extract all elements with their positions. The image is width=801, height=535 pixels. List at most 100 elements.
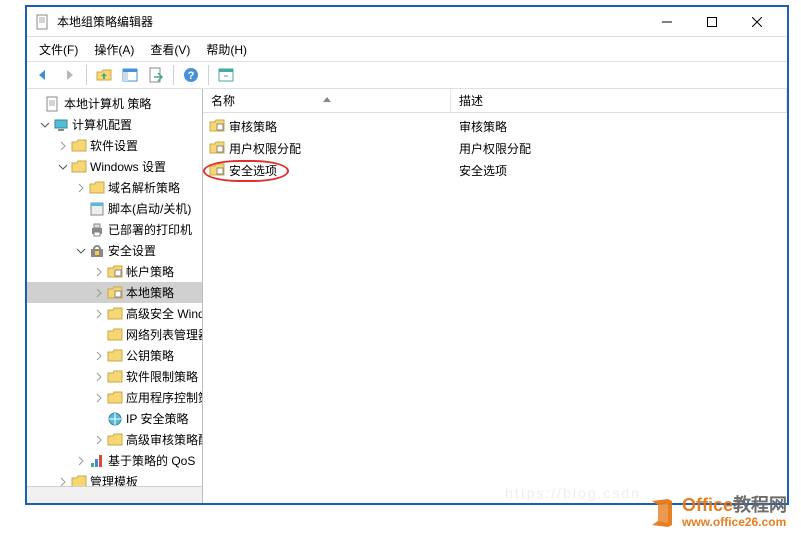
tree-label: 网络列表管理器策略 (126, 326, 202, 343)
tree-label: Windows 设置 (90, 158, 166, 175)
list-row[interactable]: 用户权限分配 用户权限分配 (203, 137, 787, 159)
tree-label: 公钥策略 (126, 347, 174, 364)
list-row[interactable]: 安全选项 安全选项 (203, 159, 787, 181)
tree-node-ip-security[interactable]: IP 安全策略 (27, 408, 202, 429)
menu-help[interactable]: 帮助(H) (200, 39, 253, 60)
column-label: 描述 (459, 92, 483, 109)
chevron-down-icon[interactable] (55, 159, 71, 175)
chevron-right-icon[interactable] (91, 348, 107, 364)
chevron-down-icon[interactable] (73, 243, 89, 259)
tree-node-scripts[interactable]: 脚本(启动/关机) (27, 198, 202, 219)
tree-node-advanced-audit[interactable]: 高级审核策略配置 (27, 429, 202, 450)
tree-node-local-policies[interactable]: 本地策略 (27, 282, 202, 303)
folder-icon (107, 306, 123, 322)
tree-node-software-restrict[interactable]: 软件限制策略 (27, 366, 202, 387)
chevron-right-icon[interactable] (91, 306, 107, 322)
scroll-right-button[interactable] (186, 487, 202, 503)
tree-label: 基于策略的 QoS (108, 452, 195, 469)
column-header-name[interactable]: 名称 (203, 89, 451, 112)
chevron-down-icon[interactable] (37, 495, 53, 504)
tree-label: 脚本(启动/关机) (108, 200, 191, 217)
chevron-right-icon[interactable] (55, 138, 71, 154)
cell-description: 用户权限分配 (451, 140, 787, 157)
watermark: Office教程网 www.office26.com (646, 496, 787, 529)
chevron-right-icon[interactable] (73, 453, 89, 469)
window-title: 本地组策略编辑器 (57, 13, 644, 30)
user-icon (53, 495, 69, 504)
tree-label: IP 安全策略 (126, 410, 188, 427)
tree-node-account-policies[interactable]: 帐户策略 (27, 261, 202, 282)
cell-description: 安全选项 (451, 162, 787, 179)
tree-label: 管理模板 (90, 473, 138, 490)
filter-button[interactable] (214, 63, 238, 87)
tree-node-public-key[interactable]: 公钥策略 (27, 345, 202, 366)
separator (86, 65, 87, 85)
tree-label: 安全设置 (108, 242, 156, 259)
chevron-right-icon[interactable] (91, 264, 107, 280)
tree-node-qos[interactable]: 基于策略的 QoS (27, 450, 202, 471)
toolbar: ? (27, 61, 787, 89)
maximize-button[interactable] (689, 8, 734, 36)
tree-label: 软件设置 (90, 137, 138, 154)
tree-label: 帐户策略 (126, 263, 174, 280)
close-button[interactable] (734, 8, 779, 36)
tree-node-security-settings[interactable]: 安全设置 (27, 240, 202, 261)
folder-icon (107, 327, 123, 343)
tree-label: 域名解析策略 (108, 179, 180, 196)
chevron-right-icon[interactable] (55, 474, 71, 490)
tree-node-name-resolution[interactable]: 域名解析策略 (27, 177, 202, 198)
tree-node-deployed-printers[interactable]: 已部署的打印机 (27, 219, 202, 240)
watermark-url: www.office26.com (682, 516, 787, 529)
ip-security-icon (107, 411, 123, 427)
cell-name: 审核策略 (229, 118, 277, 135)
tree-node-app-control[interactable]: 应用程序控制策略 (27, 387, 202, 408)
folder-icon (107, 390, 123, 406)
tree-node-admin-templates[interactable]: 管理模板 (27, 471, 202, 492)
column-header-description[interactable]: 描述 (451, 89, 787, 112)
chevron-down-icon[interactable] (37, 117, 53, 133)
tree-node-advanced-security[interactable]: 高级安全 Windows (27, 303, 202, 324)
scroll-left-button[interactable] (27, 487, 43, 503)
faint-watermark-text: https://blog.csdn (505, 485, 641, 501)
export-list-button[interactable] (144, 63, 168, 87)
tree-label: 软件限制策略 (126, 368, 198, 385)
menu-action[interactable]: 操作(A) (88, 39, 140, 60)
forward-button[interactable] (57, 63, 81, 87)
folder-icon (71, 474, 87, 490)
show-hide-tree-button[interactable] (118, 63, 142, 87)
folder-icon (107, 348, 123, 364)
menu-view[interactable]: 查看(V) (144, 39, 196, 60)
app-icon (35, 14, 51, 30)
folder-icon (107, 369, 123, 385)
tree-node-windows[interactable]: Windows 设置 (27, 156, 202, 177)
document-icon (45, 96, 61, 112)
tree-label: 应用程序控制策略 (126, 389, 202, 406)
back-button[interactable] (31, 63, 55, 87)
separator (208, 65, 209, 85)
chevron-right-icon[interactable] (91, 432, 107, 448)
tree-node-user-config[interactable]: 用户配置 (27, 492, 202, 503)
tree-node-network-list[interactable]: 网络列表管理器策略 (27, 324, 202, 345)
tree-node-computer-config[interactable]: 计算机配置 (27, 114, 202, 135)
menu-file[interactable]: 文件(F) (33, 39, 84, 60)
chevron-right-icon[interactable] (91, 285, 107, 301)
watermark-brand1: Office (682, 495, 733, 515)
chevron-right-icon[interactable] (73, 180, 89, 196)
folder-icon (89, 180, 105, 196)
qos-icon (89, 453, 105, 469)
chevron-right-icon[interactable] (91, 369, 107, 385)
folder-icon (107, 432, 123, 448)
tree-node-root[interactable]: 本地计算机 策略 (27, 93, 202, 114)
up-folder-button[interactable] (92, 63, 116, 87)
list-row[interactable]: 审核策略 审核策略 (203, 115, 787, 137)
tree-node-software[interactable]: 软件设置 (27, 135, 202, 156)
policy-folder-icon (107, 285, 123, 301)
scripts-icon (89, 201, 105, 217)
tree-label: 已部署的打印机 (108, 221, 192, 238)
policy-folder-icon (209, 162, 225, 178)
help-button[interactable]: ? (179, 63, 203, 87)
blank-icon (29, 96, 45, 112)
minimize-button[interactable] (644, 8, 689, 36)
chevron-right-icon[interactable] (91, 390, 107, 406)
folder-icon (71, 159, 87, 175)
